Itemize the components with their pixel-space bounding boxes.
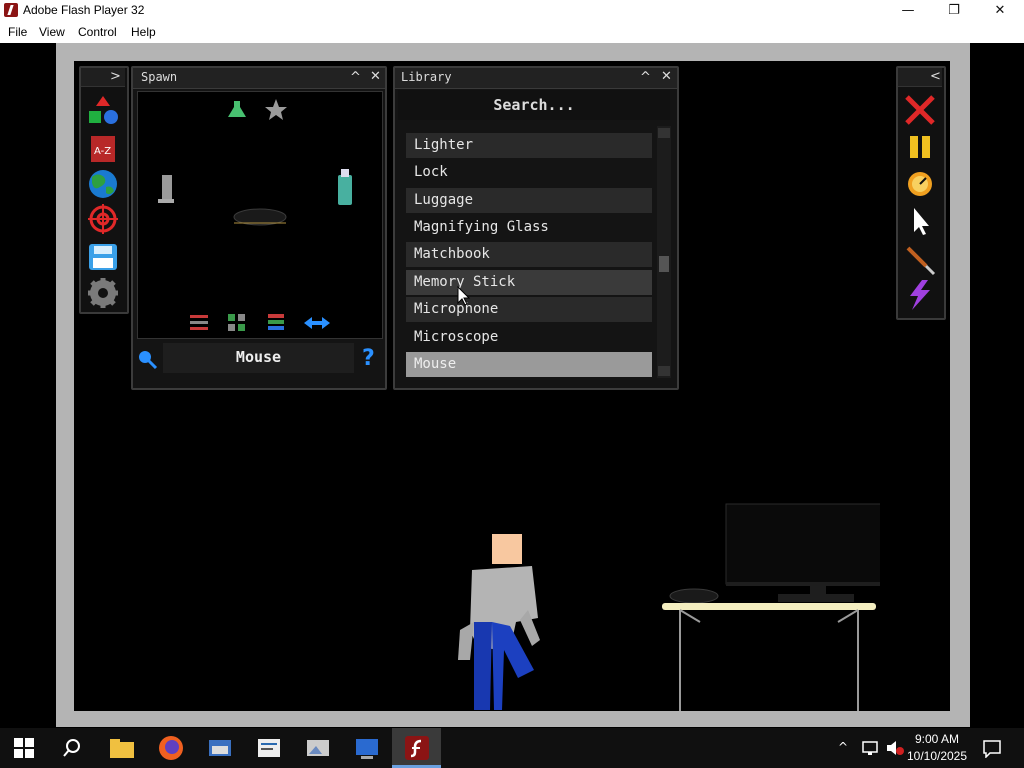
- flask-icon[interactable]: [228, 101, 246, 117]
- spawn-panel-title: Spawn: [141, 70, 178, 84]
- spawn-collapse-button[interactable]: ^: [350, 70, 361, 85]
- pause-tool-icon[interactable]: [910, 136, 930, 158]
- monitor-screen: [725, 503, 880, 585]
- delete-tool-icon[interactable]: [905, 95, 935, 125]
- tool-icons: [905, 95, 936, 310]
- shapes-category-icon[interactable]: [89, 96, 118, 124]
- svg-text:A-Z: A-Z: [94, 146, 111, 157]
- favorite-star-icon[interactable]: [265, 99, 287, 120]
- menu-control[interactable]: Control: [78, 25, 117, 39]
- spawn-preview-items: [158, 99, 352, 331]
- library-close-button[interactable]: ✕: [661, 69, 672, 84]
- flash-player-taskbar-icon[interactable]: [403, 734, 431, 762]
- ragdoll-person[interactable]: [450, 530, 550, 710]
- mouse-cursor-icon: [457, 286, 471, 306]
- monitor-bezel: [726, 582, 880, 586]
- person-head: [492, 534, 522, 564]
- search-taskbar-icon[interactable]: [62, 738, 82, 758]
- window-title: Adobe Flash Player 32: [23, 3, 145, 17]
- scroll-down-button[interactable]: [658, 366, 670, 376]
- globe-category-icon[interactable]: [89, 170, 117, 198]
- list-item[interactable]: Magnifying Glass: [406, 215, 652, 240]
- volume-muted-icon[interactable]: [885, 740, 905, 756]
- person-leg: [474, 622, 492, 710]
- close-window-button[interactable]: ✕: [977, 0, 1023, 22]
- window-titlebar: [0, 0, 1024, 22]
- alphabetical-category-icon[interactable]: A-Z: [91, 136, 115, 162]
- library-collapse-button[interactable]: ^: [640, 70, 651, 85]
- menu-help[interactable]: Help: [131, 25, 156, 39]
- adjust-sliders-icon[interactable]: [190, 315, 208, 330]
- list-item[interactable]: Microscope: [406, 325, 652, 350]
- flash-player-icon: [4, 3, 18, 17]
- spawn-close-button[interactable]: ✕: [370, 69, 381, 84]
- list-item[interactable]: Microphone: [406, 297, 652, 322]
- scroll-up-button[interactable]: [658, 128, 670, 138]
- list-item[interactable]: Matchbook: [406, 242, 652, 267]
- target-category-icon[interactable]: [88, 204, 118, 234]
- monitor-stand: [778, 594, 854, 602]
- clock-date[interactable]: 10/10/2025: [903, 749, 971, 763]
- settings-category-icon[interactable]: [88, 278, 118, 308]
- list-item[interactable]: Lock: [406, 160, 652, 185]
- library-panel-title: Library: [401, 70, 452, 84]
- notification-icon[interactable]: [982, 738, 1002, 758]
- category-icons: A-Z: [88, 96, 118, 308]
- tray-chevron-icon[interactable]: ^: [838, 740, 848, 754]
- search-icon[interactable]: [136, 348, 158, 372]
- collapse-tools-button[interactable]: <: [930, 69, 941, 84]
- system-app-icon[interactable]: [353, 734, 381, 762]
- restore-button[interactable]: ❐: [931, 0, 977, 22]
- minimize-button[interactable]: —: [885, 0, 931, 22]
- list-item-selected[interactable]: Mouse: [406, 352, 652, 377]
- file-explorer-icon[interactable]: [108, 734, 136, 762]
- grid-view-icon[interactable]: [228, 314, 245, 331]
- menu-file[interactable]: File: [8, 25, 27, 39]
- microscope-icon[interactable]: [158, 175, 174, 203]
- lightning-tool-icon[interactable]: [910, 280, 930, 310]
- desk-top: [662, 603, 876, 610]
- scrollbar-thumb[interactable]: [659, 256, 669, 272]
- mouse-preview-icon: [233, 208, 287, 226]
- network-icon[interactable]: [862, 740, 880, 756]
- list-item[interactable]: Memory Stick: [406, 270, 652, 295]
- list-item[interactable]: Luggage: [406, 188, 652, 213]
- selected-item-label: Mouse: [235, 348, 282, 366]
- pointer-tool-icon[interactable]: [914, 208, 929, 235]
- document-app-icon[interactable]: [255, 734, 283, 762]
- list-view-icon[interactable]: [268, 314, 284, 330]
- list-item[interactable]: Lighter: [406, 133, 652, 158]
- monitor-neck: [810, 586, 826, 594]
- image-viewer-icon[interactable]: [304, 734, 332, 762]
- clock-time[interactable]: 9:00 AM: [905, 732, 969, 746]
- desk-setup[interactable]: [660, 500, 880, 711]
- bottle-icon[interactable]: [338, 169, 352, 205]
- windows-start-icon[interactable]: [14, 738, 34, 758]
- save-category-icon[interactable]: [89, 244, 117, 270]
- person-arm: [458, 622, 474, 660]
- stopwatch-tool-icon[interactable]: [908, 172, 932, 196]
- library-scrollbar[interactable]: [657, 126, 671, 378]
- knife-tool-icon[interactable]: [906, 246, 936, 276]
- expand-toolbar-button[interactable]: >: [110, 69, 121, 84]
- help-button[interactable]: ?: [362, 346, 375, 371]
- file-manager-icon[interactable]: [206, 734, 234, 762]
- computer-mouse: [669, 588, 719, 604]
- flip-arrow-icon[interactable]: [304, 317, 330, 329]
- firefox-icon[interactable]: [157, 734, 185, 762]
- library-search-input[interactable]: Search...: [398, 90, 670, 120]
- menu-view[interactable]: View: [39, 25, 65, 39]
